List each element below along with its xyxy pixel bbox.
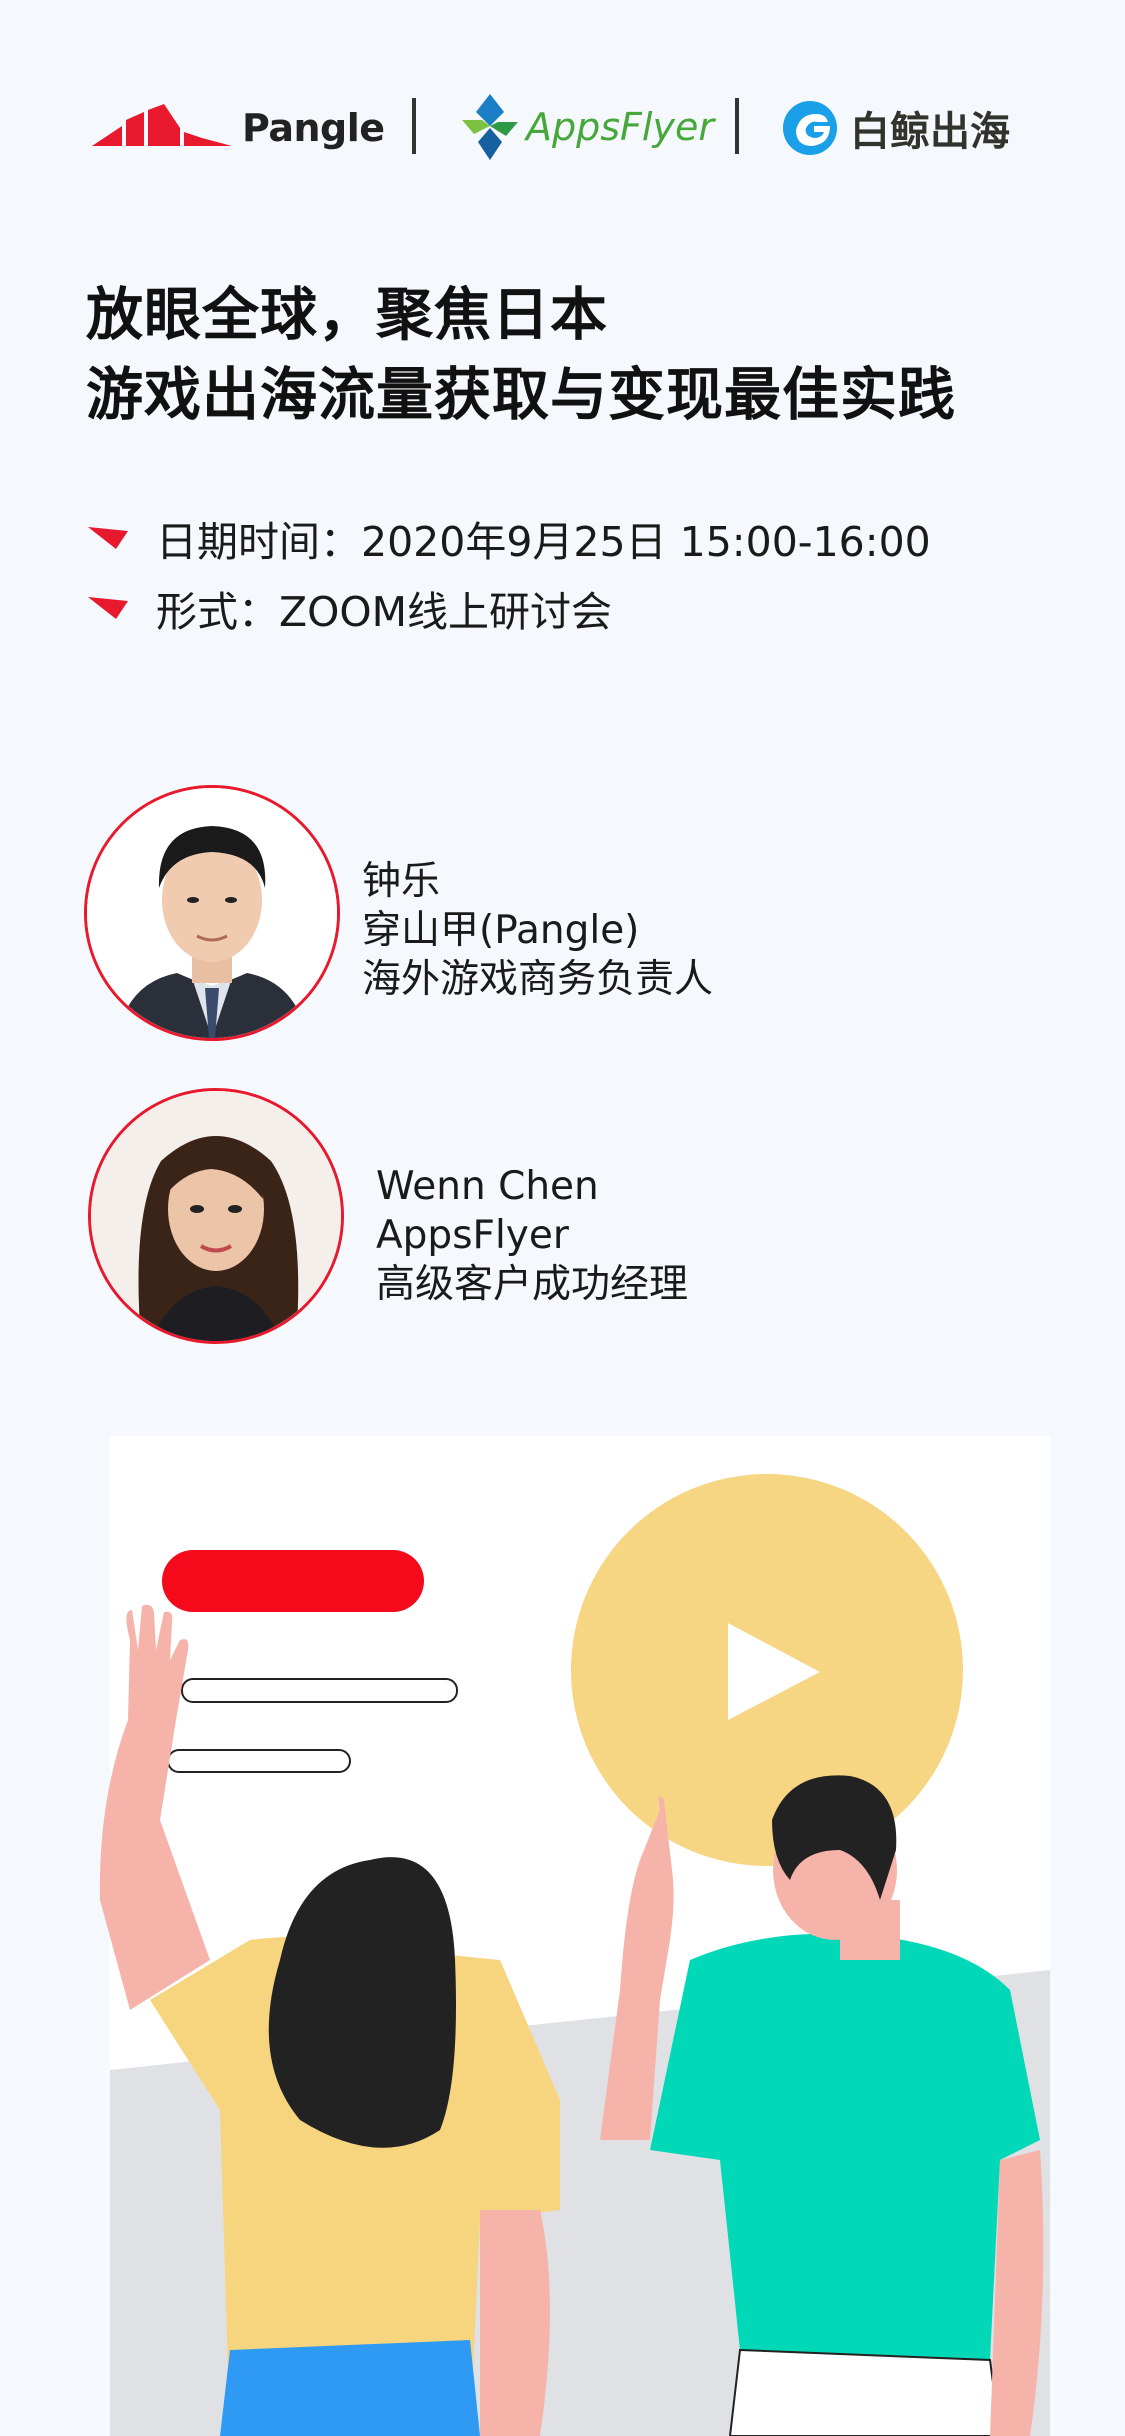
red-triangle-icon	[88, 527, 128, 549]
speaker-company: AppsFlyer	[376, 1213, 569, 1258]
speaker-company: 穿山甲(Pangle)	[362, 908, 640, 953]
title-line-2: 游戏出海流量获取与变现最佳实践	[86, 362, 956, 428]
speaker-info-2: Wenn Chen AppsFlyer 高级客户成功经理	[376, 1162, 688, 1309]
white-pants	[728, 2348, 1002, 2436]
title-line-1: 放眼全球，聚焦日本	[86, 282, 608, 348]
speaker-info-1: 钟乐 穿山甲(Pangle) 海外游戏商务负责人	[362, 857, 713, 1004]
logo-bar: Pangle AppsFlyer 白鲸出海	[0, 92, 1125, 162]
speaker-photo-2	[88, 1088, 344, 1344]
logo-divider	[412, 98, 416, 154]
appsflyer-wordmark: AppsFlyer	[526, 105, 714, 149]
pangle-mark-icon	[92, 104, 232, 146]
red-triangle-icon	[88, 597, 128, 619]
whale-mark-icon	[783, 101, 837, 155]
pangle-logo: Pangle	[92, 98, 385, 158]
avatar-male-icon	[87, 788, 337, 1038]
speaker-name: 钟乐	[362, 859, 441, 904]
appsflyer-mark-icon	[462, 94, 518, 160]
woman-arm	[480, 2210, 550, 2436]
avatar-female-icon	[91, 1091, 341, 1341]
speaker-role: 海外游戏商务负责人	[362, 957, 714, 1002]
page-title: 放眼全球，聚焦日本 游戏出海流量获取与变现最佳实践	[86, 275, 956, 435]
red-bar	[162, 1550, 424, 1612]
logo-divider	[735, 98, 739, 154]
speaker-role: 高级客户成功经理	[376, 1262, 689, 1307]
format-text: 形式：ZOOM线上研讨会	[156, 588, 613, 636]
info-format: 形式：ZOOM线上研讨会	[88, 578, 612, 638]
info-date: 日期时间：2020年9月25日 15:00-16:00	[88, 508, 931, 568]
appsflyer-logo: AppsFlyer	[460, 92, 714, 162]
pangle-wordmark: Pangle	[242, 106, 385, 150]
date-text: 日期时间：2020年9月25日 15:00-16:00	[156, 518, 931, 566]
speaker-photo-1	[84, 785, 340, 1041]
blue-pants	[220, 2340, 480, 2436]
speaker-name: Wenn Chen	[376, 1164, 599, 1209]
baijing-logo: 白鲸出海	[782, 98, 1010, 158]
webinar-illustration	[99, 1436, 1050, 2436]
baijing-wordmark: 白鲸出海	[850, 109, 1010, 155]
